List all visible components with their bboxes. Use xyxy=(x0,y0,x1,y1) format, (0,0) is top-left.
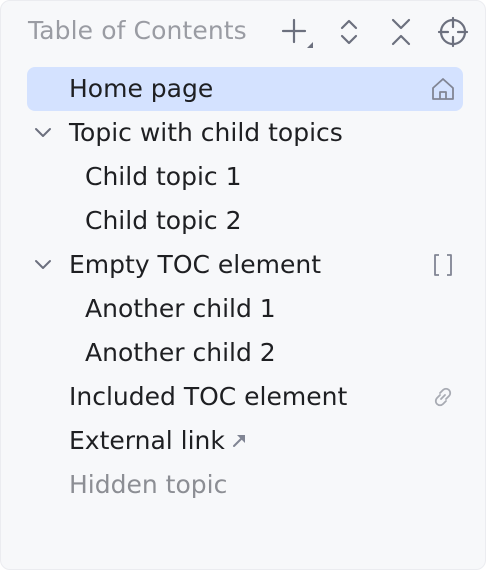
collapse-all-button[interactable] xyxy=(383,14,419,50)
external-arrow-icon xyxy=(233,435,245,447)
plus-with-dropdown-icon xyxy=(281,18,313,48)
home-icon xyxy=(432,78,454,100)
expand-all-icon xyxy=(340,19,358,45)
tree-item-label: Empty TOC element xyxy=(69,250,322,279)
add-button[interactable] xyxy=(277,14,313,50)
panel-title: Table of Contents xyxy=(28,16,247,45)
tree-item-label: Another child 1 xyxy=(85,294,276,323)
tree-item-home-page[interactable]: Home page xyxy=(27,67,463,111)
collapse-all-icon xyxy=(391,18,411,46)
tree-item-label: Home page xyxy=(69,74,214,103)
tree-item-another-child-2[interactable]: Another child 2 xyxy=(27,331,463,375)
locate-button[interactable] xyxy=(435,14,471,50)
tree-item-included-toc-element[interactable]: Included TOC element xyxy=(27,375,463,419)
crosshair-locate-icon xyxy=(437,16,469,48)
chevron-down-icon[interactable] xyxy=(33,255,53,275)
brackets-icon xyxy=(434,254,452,276)
tree-item-label: Child topic 2 xyxy=(85,206,242,235)
tree-item-another-child-1[interactable]: Another child 1 xyxy=(27,287,463,331)
tree-item-topic-with-child-topics[interactable]: Topic with child topics xyxy=(27,111,463,155)
toc-panel: Table of Contents Home page Topic with c… xyxy=(0,0,486,570)
tree-item-hidden-topic[interactable]: Hidden topic xyxy=(27,463,463,507)
expand-all-button[interactable] xyxy=(331,14,367,50)
tree-item-external-link[interactable]: External link xyxy=(27,419,463,463)
tree-item-label: Hidden topic xyxy=(69,470,228,499)
tree-item-empty-toc-element[interactable]: Empty TOC element xyxy=(27,243,463,287)
link-icon xyxy=(434,387,452,407)
toc-toolbar: Table of Contents xyxy=(1,1,487,63)
tree-item-label: Topic with child topics xyxy=(69,118,343,147)
tree-item-label: Child topic 1 xyxy=(85,162,242,191)
tree-item-child-topic-2[interactable]: Child topic 2 xyxy=(27,199,463,243)
tree-item-child-topic-1[interactable]: Child topic 1 xyxy=(27,155,463,199)
tree-item-label: Another child 2 xyxy=(85,338,276,367)
tree-item-label: Included TOC element xyxy=(69,382,348,411)
tree-item-label: External link xyxy=(69,426,225,455)
chevron-down-icon[interactable] xyxy=(33,123,53,143)
